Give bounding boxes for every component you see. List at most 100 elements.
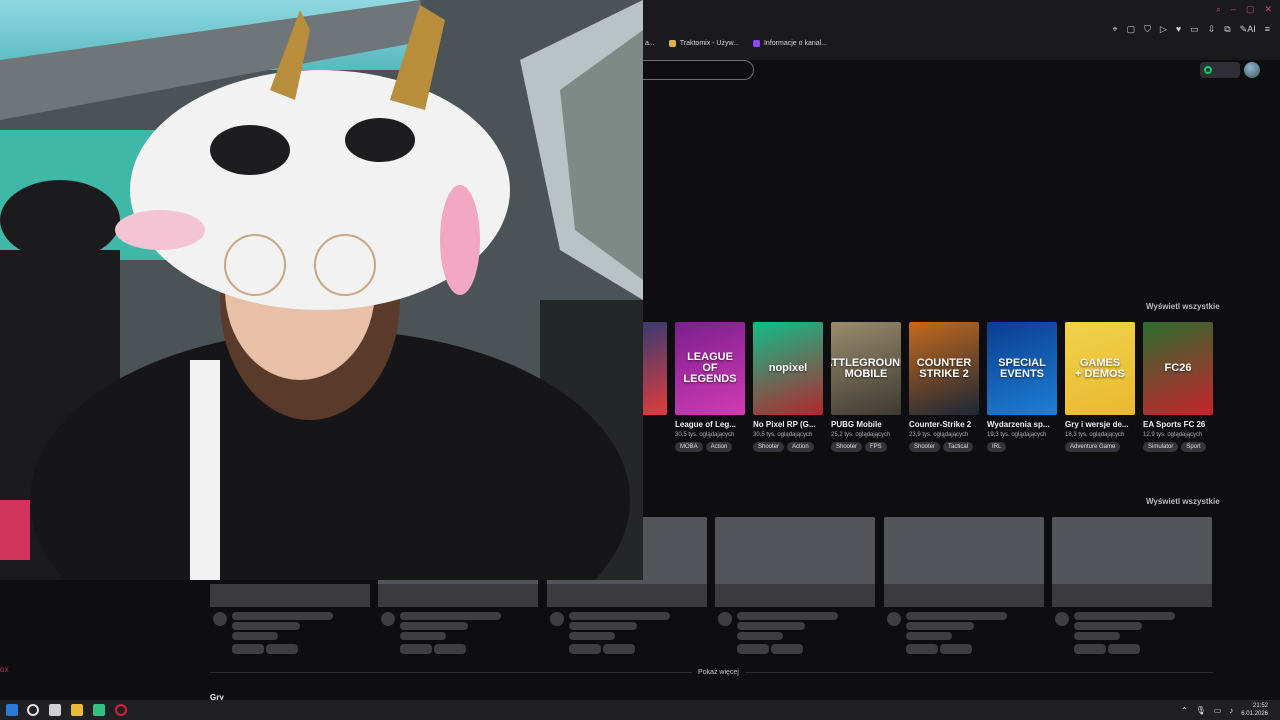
bookmark-icon[interactable]: ▭ — [1190, 24, 1199, 35]
ai-button[interactable]: ✎AI — [1240, 24, 1256, 35]
tag-chip[interactable]: Shooter — [909, 442, 941, 452]
tag-chip[interactable]: Action — [705, 442, 733, 452]
category-title[interactable]: PUBG Mobile — [831, 420, 901, 429]
category-card[interactable]: BATTLEGROUNDS MOBILE PUBG Mobile 25,2 tys.… — [831, 322, 901, 452]
skeleton-thumbnail-bottom — [884, 584, 1044, 607]
category-thumbnail[interactable]: SPECIAL EVENTS — [987, 322, 1057, 415]
skeleton-line — [400, 632, 446, 640]
menu-icon[interactable]: ≡ — [1265, 24, 1270, 35]
tag-chip[interactable]: FPS — [865, 442, 887, 452]
chevron-up-icon[interactable]: ⌃ — [1181, 706, 1188, 715]
category-art-text: GAMES + DEMOS — [1075, 356, 1125, 380]
category-tags: Simulator Sport — [1143, 442, 1213, 452]
streams-show-all-link[interactable]: Wyświetl wszystkie — [1146, 497, 1220, 506]
category-title[interactable]: League of Leg... — [675, 420, 745, 429]
skeleton-line — [569, 632, 615, 640]
category-thumbnail[interactable]: GAMES + DEMOS — [1065, 322, 1135, 415]
category-art-text: FC26 — [1164, 362, 1192, 374]
category-card[interactable]: FC26 EA Sports FC 26 12,9 tys. oglądającyc… — [1143, 322, 1213, 452]
category-title[interactable]: No Pixel RP (G... — [753, 420, 823, 429]
tag-chip[interactable]: Action — [787, 442, 814, 452]
file-explorer-icon[interactable] — [71, 704, 83, 716]
category-art-text: SPECIAL EVENTS — [998, 356, 1046, 380]
skeleton-line — [906, 612, 1007, 620]
category-tags: Shooter Action — [753, 442, 823, 452]
tag-chip[interactable]: IRL — [987, 442, 1007, 452]
category-thumbnail[interactable]: BATTLEGROUNDS MOBILE — [831, 322, 901, 415]
skeleton-thumbnail-bottom — [1052, 584, 1212, 607]
tag-chip[interactable]: Sport — [1181, 442, 1206, 452]
skeleton-pill — [266, 644, 298, 654]
bookmark-item[interactable]: Informacje o kanal... — [752, 40, 827, 47]
download-icon[interactable]: ⇩ — [1208, 24, 1216, 35]
bookmark-item[interactable]: a... — [645, 40, 655, 47]
skeleton-line — [569, 622, 637, 630]
category-card[interactable]: COUNTER STRIKE 2 Counter-Strike 2 23,9 tys… — [909, 322, 979, 452]
skeleton-line — [1074, 622, 1142, 630]
category-tags: Adventure Game — [1065, 442, 1135, 452]
category-thumbnail[interactable]: LEAGUE OF LEGENDS — [675, 322, 745, 415]
category-tags: IRL — [987, 442, 1057, 452]
avatar[interactable] — [1244, 62, 1260, 78]
category-card[interactable]: nopixel No Pixel RP (G... 30,5 tys. ogląda… — [753, 322, 823, 452]
category-card[interactable]: LEAGUE OF LEGENDS League of Leg... 30,5 ty… — [675, 322, 745, 452]
category-title[interactable]: Wydarzenia sp... — [987, 420, 1057, 429]
skeleton-line — [737, 612, 838, 620]
categories-show-all-link[interactable]: Wyświetl wszystkie — [1146, 302, 1220, 311]
windows-start-icon[interactable] — [6, 704, 18, 716]
skeleton-line — [1074, 612, 1175, 620]
skeleton-line — [569, 612, 670, 620]
search-icon[interactable]: ⌕ — [1216, 4, 1221, 15]
skeleton-avatar — [718, 612, 732, 626]
app-green-icon[interactable] — [93, 704, 105, 716]
microphone-icon[interactable]: 🎙︎ — [1196, 706, 1206, 715]
skeleton-line — [400, 612, 501, 620]
heart-icon[interactable]: ♥ — [1176, 24, 1181, 35]
category-thumbnail[interactable]: nopixel — [753, 322, 823, 415]
shield-icon[interactable]: ⛉ — [1144, 24, 1151, 35]
speaker-icon[interactable]: ♪ — [1229, 706, 1233, 715]
tag-chip[interactable]: Simulator — [1143, 442, 1179, 452]
play-icon[interactable]: ▷ — [1160, 24, 1167, 35]
skeleton-pill — [737, 644, 769, 654]
webcam-overlay — [0, 0, 643, 580]
status-pill[interactable] — [1200, 62, 1240, 78]
category-tags: Shooter FPS — [831, 442, 901, 452]
tag-chip[interactable]: Shooter — [831, 442, 863, 452]
maximize-icon[interactable]: ▢ — [1246, 4, 1255, 15]
show-more-button[interactable]: Pokaż więcej — [692, 669, 745, 676]
category-title[interactable]: Counter-Strike 2 — [909, 420, 979, 429]
square-icon[interactable]: ▢ — [1127, 24, 1136, 35]
category-thumbnail[interactable]: FC26 — [1143, 322, 1213, 415]
tag-chip[interactable]: Tactical — [943, 442, 974, 452]
category-card[interactable]: GAMES + DEMOS Gry i wersje de... 18,3 tys.… — [1065, 322, 1135, 452]
pin-icon[interactable]: ⌖ — [1113, 24, 1118, 35]
category-viewers: 25,2 tys. oglądających — [831, 432, 891, 438]
opera-gx-icon[interactable] — [115, 704, 127, 716]
close-icon[interactable]: ✕ — [1264, 4, 1272, 15]
minimize-icon[interactable]: – — [1231, 4, 1236, 15]
skeleton-pill — [434, 644, 466, 654]
tag-chip[interactable]: MOBA — [675, 442, 703, 452]
system-tray: ⌃ 🎙︎ ▭ ♪ 21:52 6.01.2026 — [1181, 702, 1268, 718]
skeleton-line — [400, 622, 468, 630]
side-strip-text: GX — [0, 668, 9, 674]
skeleton-pill — [569, 644, 601, 654]
category-art-text: COUNTER STRIKE 2 — [916, 356, 972, 380]
network-icon[interactable]: ▭ — [1214, 706, 1222, 715]
search-icon[interactable] — [27, 704, 39, 716]
category-title[interactable]: Gry i wersje de... — [1065, 420, 1135, 429]
skeleton-pill — [1108, 644, 1140, 654]
clock-time: 21:52 — [1252, 703, 1268, 709]
extensions-icon[interactable]: ⧉ — [1224, 24, 1230, 35]
tag-chip[interactable]: Shooter — [753, 442, 785, 452]
bookmark-item[interactable]: Traktomix - Używ... — [668, 40, 739, 47]
category-card[interactable]: SPECIAL EVENTS Wydarzenia sp... 19,3 tys. … — [987, 322, 1057, 452]
skeleton-pill — [940, 644, 972, 654]
skeleton-line — [737, 632, 783, 640]
category-thumbnail[interactable]: COUNTER STRIKE 2 — [909, 322, 979, 415]
category-title[interactable]: EA Sports FC 26 — [1143, 420, 1213, 429]
task-view-icon[interactable] — [49, 704, 61, 716]
tag-chip[interactable]: Adventure Game — [1065, 442, 1121, 452]
clock[interactable]: 21:52 6.01.2026 — [1241, 702, 1268, 718]
